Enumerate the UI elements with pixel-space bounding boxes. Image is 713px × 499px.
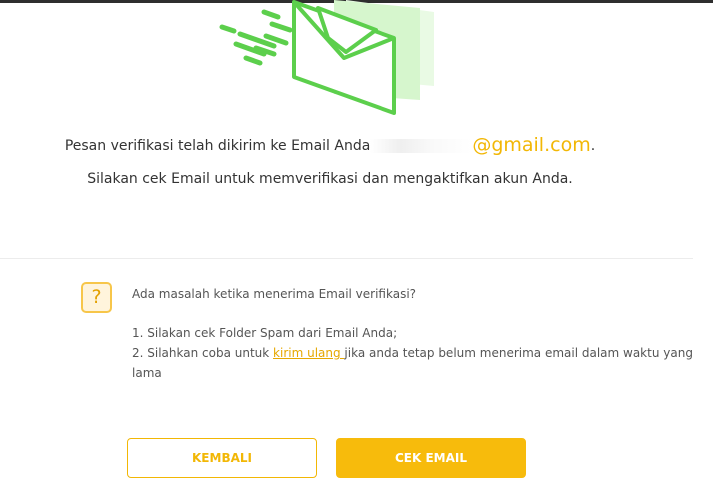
question-icon: ? [81,282,112,313]
email-masked-username [370,139,473,153]
section-divider [0,258,693,259]
help-item-resend-suffix: jika anda tetap belum menerima email dal… [344,346,693,360]
help-item-resend-continuation: lama [132,366,162,380]
mail-sent-envelope-icon [219,0,434,115]
resend-link[interactable]: kirim ulang [273,346,344,360]
email-domain: @gmail.com [472,134,591,156]
back-button[interactable]: KEMBALI [127,438,317,478]
verification-message: Pesan verifikasi telah dikirim ke Email … [0,134,660,156]
help-item-check-spam: 1. Silakan cek Folder Spam dari Email An… [132,326,398,340]
check-email-button[interactable]: CEK EMAIL [336,438,526,478]
email-verification-page: Pesan verifikasi telah dikirim ke Email … [0,0,713,499]
help-title: Ada masalah ketika menerima Email verifi… [132,287,417,301]
help-item-resend-prefix: 2. Silahkan coba untuk [132,346,274,360]
email-address: @gmail.com [370,134,591,156]
help-item-resend: 2. Silahkan coba untuk kirim ulang jika … [132,343,693,363]
help-list: 1. Silakan cek Folder Spam dari Email An… [132,323,693,383]
verification-message-prefix: Pesan verifikasi telah dikirim ke Email … [64,138,371,154]
verification-message-suffix: . [590,138,596,154]
verification-instruction: Silakan cek Email untuk memverifikasi da… [87,171,573,187]
